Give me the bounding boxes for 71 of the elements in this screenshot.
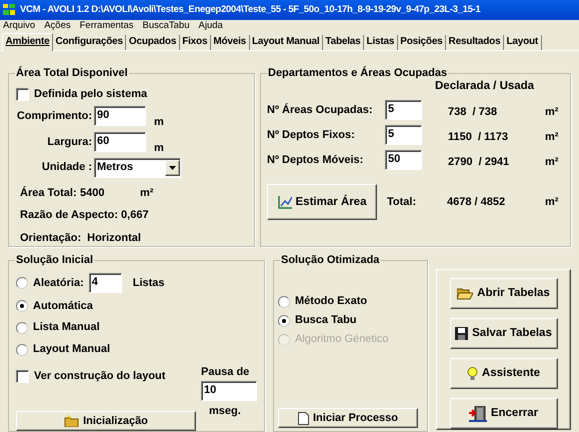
pause-label: Pausa de [201,365,250,380]
unit-label: m² [544,195,558,210]
radio-label[interactable]: Método Exato [295,293,368,310]
estimate-area-button[interactable]: Estimar Área [267,184,377,220]
input-field[interactable]: 5 [385,125,422,146]
orientation-value: Horizontal [87,230,141,246]
tab[interactable]: Ocupados [126,35,180,50]
tab[interactable]: Configurações [52,35,126,50]
input-field[interactable]: 10 [201,380,257,401]
orientation-label: Orientação: [20,230,82,246]
area-amount: 738 / 738 [447,105,498,120]
column-header: Declarada / Usada [434,79,536,94]
start-process-button[interactable]: Iniciar Processo [278,408,418,428]
tab[interactable]: Tabelas [322,35,364,50]
radio-label[interactable]: Busca Tabu [295,312,357,329]
menu-item[interactable]: Arquivo [3,19,36,34]
input-field[interactable]: 4 [88,273,122,293]
unit-label: m [153,140,164,154]
tab[interactable]: Móveis [210,35,250,50]
field-label: Nº Deptos Fixos: [267,128,356,143]
field-label: Largura: [46,134,93,150]
tab[interactable]: Resultados [446,35,504,50]
group-title: Solução Inicial [15,253,94,267]
tab[interactable]: Ambiente [2,33,53,51]
tab[interactable]: Posições [398,35,446,50]
group-title: Área Total Disponivel [15,66,129,80]
input-field[interactable]: 5 [385,100,422,120]
checkbox-label[interactable]: Ver construção do layout [34,368,166,385]
action-button[interactable]: Salvar Tabelas [450,318,558,349]
unit-label: m [153,114,164,128]
field-label: Unidade : [40,160,93,176]
tab[interactable]: Layout [504,35,542,50]
total-amount: 4678 / 4852 [447,195,506,210]
field-label: Nº Deptos Móveis: [267,153,364,168]
checkbox-label[interactable]: Definida pelo sistema [34,86,148,102]
menu-item[interactable]: Ajuda [198,19,223,34]
action-button[interactable]: Encerrar [450,398,558,429]
field-label: Nº Áreas Ocupadas: [267,102,374,118]
area-amount: 2790 / 2941 [447,155,510,170]
field-label: Comprimento: [16,108,93,124]
unit-label: m² [140,186,154,200]
radio-label[interactable]: Lista Manual [33,319,100,336]
group-title: Departamentos e Áreas Ocupadas [267,66,448,80]
initialize-button[interactable]: Inicialização [16,410,196,431]
aspect-ratio-text: Razão de Aspecto: 0,667 [19,208,150,223]
radio-suffix: Listas [132,276,165,291]
total-area-label: Área Total: [20,185,78,200]
total-area-value: 5400 [80,186,106,200]
tab[interactable]: Fixos [180,35,211,50]
menu-item[interactable]: Ferramentas [80,19,134,34]
unit-label: m² [544,155,558,170]
action-button[interactable]: Abrir Tabelas [450,278,558,309]
menu-item[interactable]: BuscaTabu [142,19,190,34]
input-field[interactable]: 90 [94,106,146,126]
area-amount: 1150 / 1173 [447,130,509,145]
window-title: VCM - AVOLI 1.2 D:\AVOLI\Avoli\Testes_Enegep2004\Teste_55 - 5F_50o_10-17h_8-9-19-29v_9-47p_23L-3_15-1 [20,2,480,17]
radio-label[interactable]: Layout Manual [33,341,110,358]
total-label: Total: [386,195,418,210]
radio-label[interactable]: Aleatória: [33,274,84,292]
action-button[interactable]: Assistente [450,358,558,389]
tab[interactable]: Layout Manual [250,35,323,50]
menu-item[interactable]: Ações [44,19,71,34]
pause-unit: mseg. [209,404,242,419]
input-field[interactable]: 60 [94,132,146,152]
unit-dropdown[interactable]: Metros [94,158,181,178]
unit-label: m² [544,105,558,120]
input-field[interactable]: 50 [385,150,422,170]
unit-label: m² [544,130,558,145]
group-title: Solução Otimizada [280,253,380,267]
radio-label[interactable]: Automática [33,298,93,314]
tab[interactable]: Listas [364,35,398,50]
